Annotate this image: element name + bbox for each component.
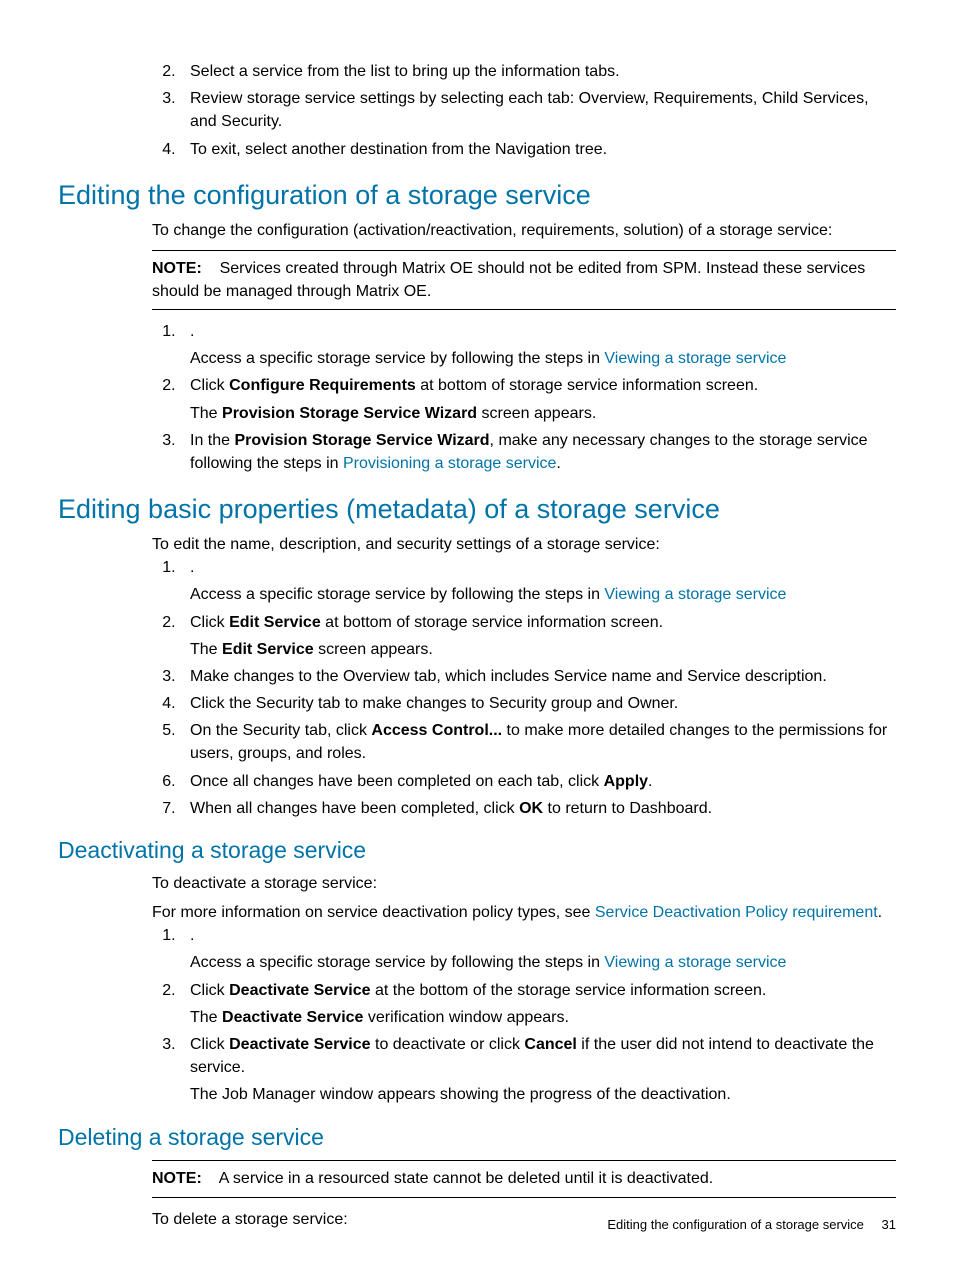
link-viewing-storage-service[interactable]: Viewing a storage service bbox=[604, 350, 786, 367]
heading-deleting: Deleting a storage service bbox=[58, 1123, 896, 1153]
list-item: Select a service from the list to bring … bbox=[180, 60, 896, 83]
link-viewing-storage-service[interactable]: Viewing a storage service bbox=[604, 954, 786, 971]
intro-continued-steps: Select a service from the list to bring … bbox=[152, 60, 896, 161]
section-intro: To change the configuration (activation/… bbox=[152, 219, 896, 242]
heading-editing-metadata: Editing basic properties (metadata) of a… bbox=[58, 493, 896, 527]
list-item: Make changes to the Overview tab, which … bbox=[180, 665, 896, 688]
link-deactivation-policy[interactable]: Service Deactivation Policy requirement bbox=[595, 904, 878, 921]
step-prefix: . bbox=[190, 927, 194, 944]
page-number: 31 bbox=[882, 1217, 896, 1232]
note-label: NOTE: bbox=[152, 260, 202, 277]
note-box: NOTE: Services created through Matrix OE… bbox=[152, 250, 896, 310]
step-prefix: . bbox=[190, 559, 194, 576]
note-box: NOTE: A service in a resourced state can… bbox=[152, 1160, 896, 1197]
list-item: Click Deactivate Service at the bottom o… bbox=[180, 979, 896, 1029]
link-viewing-storage-service[interactable]: Viewing a storage service bbox=[604, 586, 786, 603]
steps-deactivating: . Access a specific storage service by f… bbox=[152, 924, 896, 1106]
heading-deactivating: Deactivating a storage service bbox=[58, 836, 896, 866]
list-item: Click Deactivate Service to deactivate o… bbox=[180, 1033, 896, 1107]
list-item: Click Configure Requirements at bottom o… bbox=[180, 374, 896, 424]
list-item: Click Edit Service at bottom of storage … bbox=[180, 611, 896, 661]
list-item: Click the Security tab to make changes t… bbox=[180, 692, 896, 715]
list-item: . Access a specific storage service by f… bbox=[180, 320, 896, 370]
section-more-info: For more information on service deactiva… bbox=[152, 901, 896, 924]
section-intro: To edit the name, description, and secur… bbox=[152, 533, 896, 556]
section-intro: To deactivate a storage service: bbox=[152, 872, 896, 895]
step-prefix: . bbox=[190, 323, 194, 340]
link-provisioning-storage-service[interactable]: Provisioning a storage service bbox=[343, 455, 556, 472]
page-footer: Editing the configuration of a storage s… bbox=[607, 1216, 896, 1235]
list-item: Once all changes have been completed on … bbox=[180, 770, 896, 793]
note-text: A service in a resourced state cannot be… bbox=[219, 1170, 714, 1187]
note-text: Services created through Matrix OE shoul… bbox=[152, 260, 865, 300]
list-item: . Access a specific storage service by f… bbox=[180, 556, 896, 606]
list-item: . Access a specific storage service by f… bbox=[180, 924, 896, 974]
list-item: Review storage service settings by selec… bbox=[180, 87, 896, 133]
steps-editing-metadata: . Access a specific storage service by f… bbox=[152, 556, 896, 820]
heading-editing-config: Editing the configuration of a storage s… bbox=[58, 179, 896, 213]
steps-editing-config: . Access a specific storage service by f… bbox=[152, 320, 896, 475]
list-item: On the Security tab, click Access Contro… bbox=[180, 719, 896, 765]
list-item: To exit, select another destination from… bbox=[180, 138, 896, 161]
step-text: Access a specific storage service by fol… bbox=[190, 350, 604, 367]
note-label: NOTE: bbox=[152, 1170, 202, 1187]
footer-title: Editing the configuration of a storage s… bbox=[607, 1217, 864, 1232]
list-item: In the Provision Storage Service Wizard,… bbox=[180, 429, 896, 475]
list-item: When all changes have been completed, cl… bbox=[180, 797, 896, 820]
